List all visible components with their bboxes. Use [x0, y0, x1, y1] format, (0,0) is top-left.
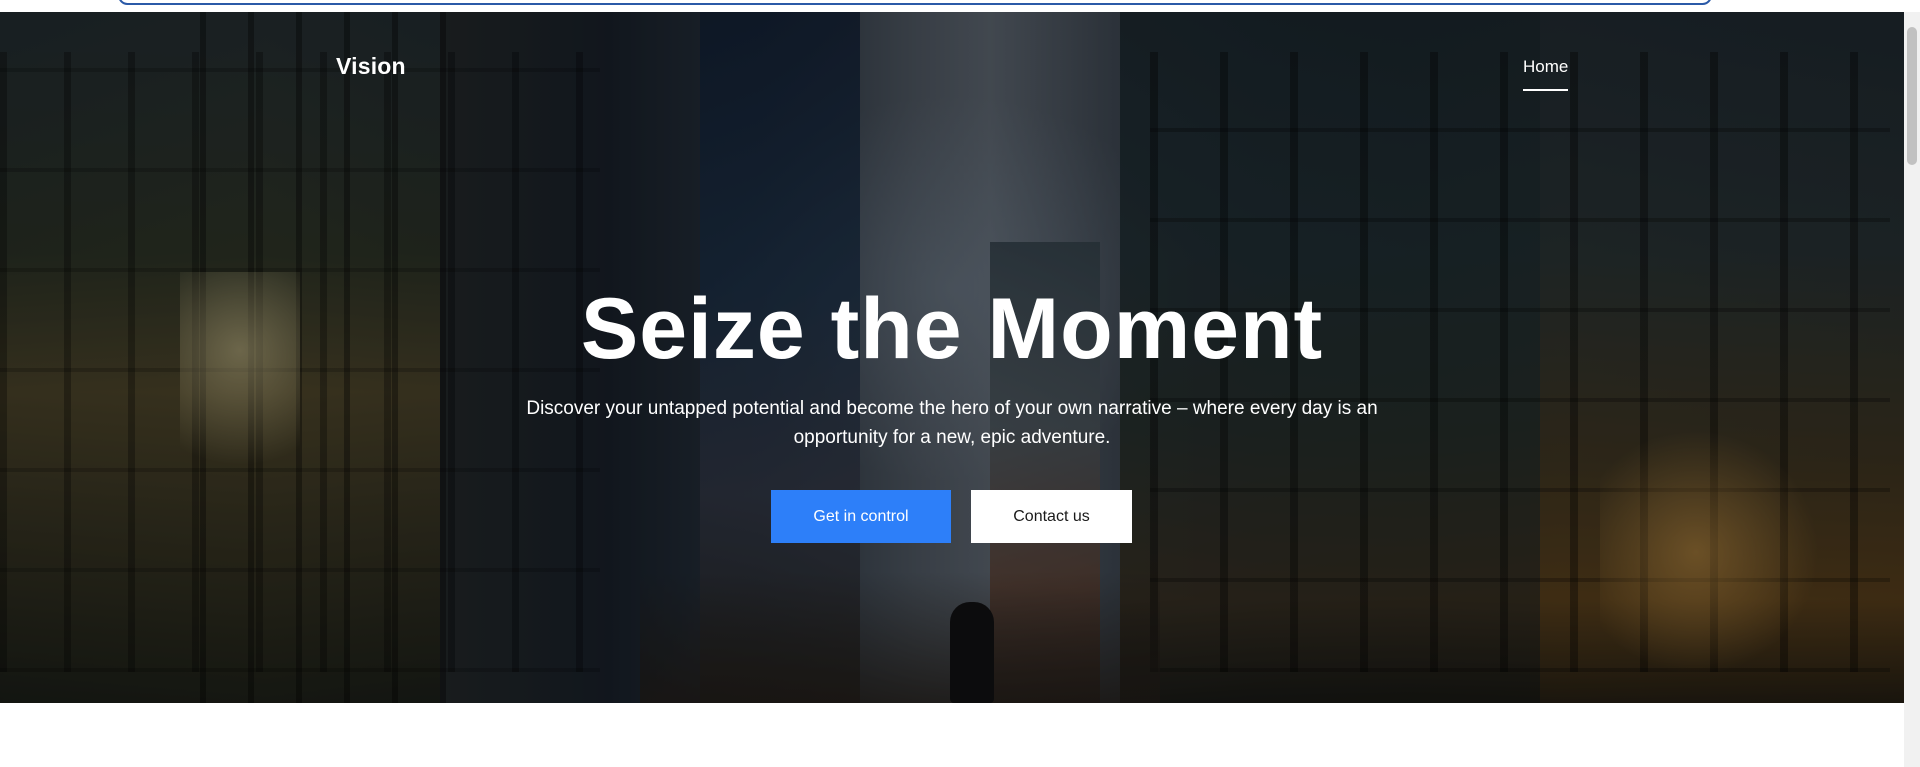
nav-link-home[interactable]: Home: [1523, 57, 1569, 91]
hero-subtitle: Discover your untapped potential and bec…: [526, 398, 1378, 448]
brand-logo[interactable]: Vision: [336, 53, 406, 80]
scrollbar-thumb[interactable]: [1907, 27, 1917, 165]
get-in-control-button[interactable]: Get in control: [771, 490, 951, 543]
focus-outline: [118, 0, 1712, 5]
hero-headline: Seize the Moment: [580, 281, 1324, 377]
contact-us-button[interactable]: Contact us: [971, 490, 1132, 543]
